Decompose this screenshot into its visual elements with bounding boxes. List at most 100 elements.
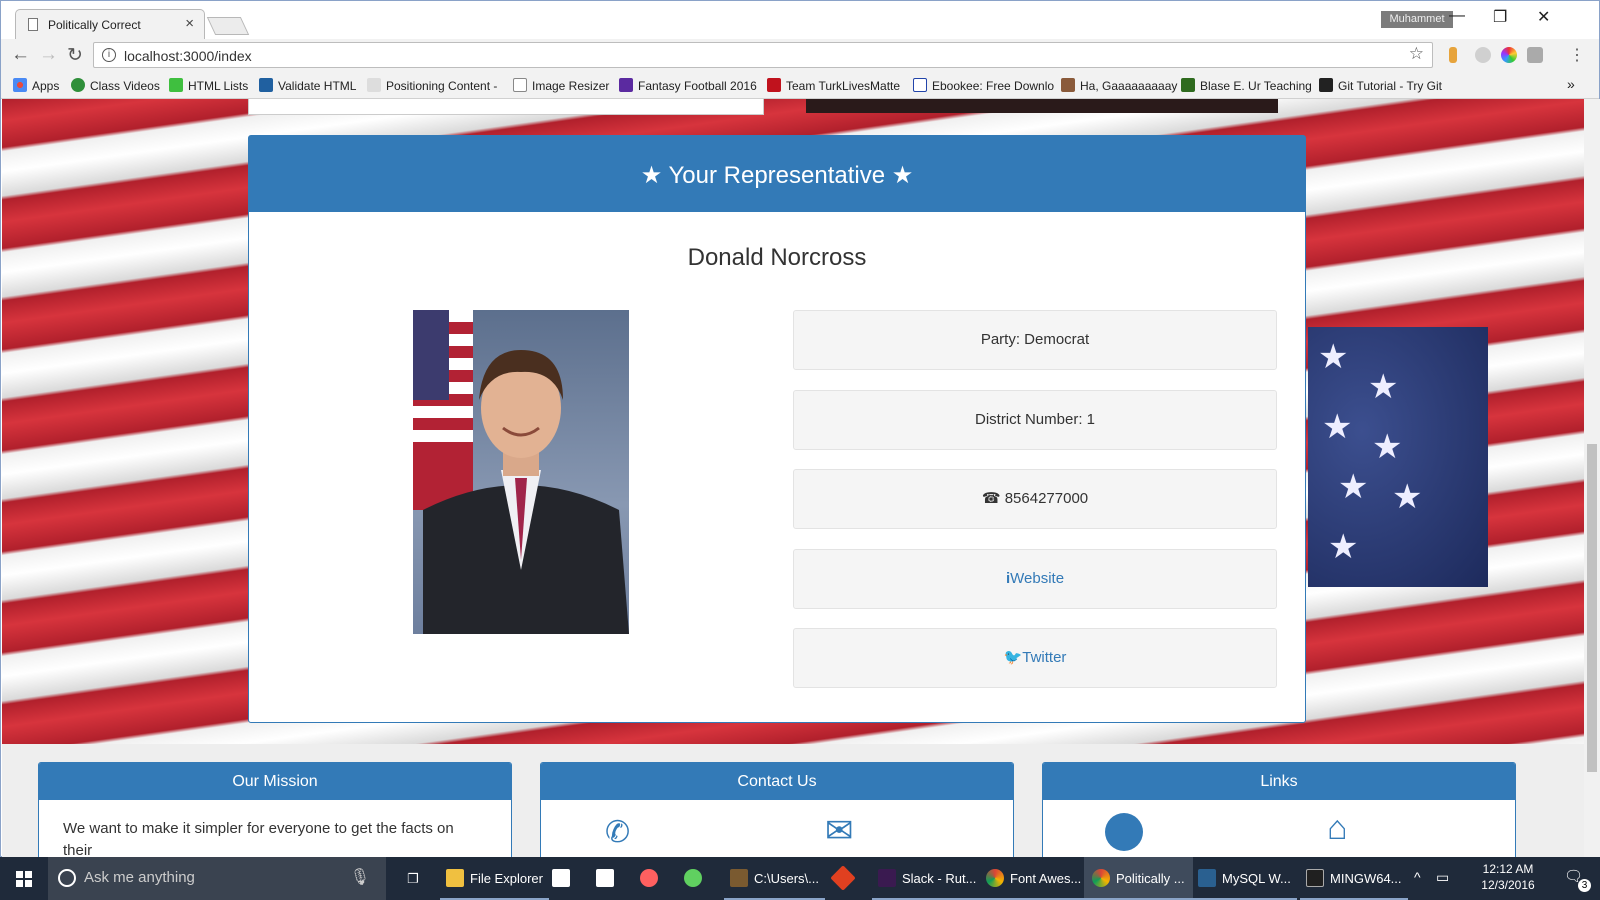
phone-number: 8564277000 [1004,490,1089,507]
sublime-icon [730,869,748,887]
folder-icon [446,869,464,887]
party-box: Party: Democrat [793,310,1277,370]
windows-taskbar: Ask me anything 🎙 ❐ File Explorer C:\Use… [0,857,1600,900]
apps-grid-icon [13,78,27,92]
tab-close-icon[interactable]: × [185,15,194,32]
bookmarks-bar: Apps Class Videos HTML Lists Validate HT… [1,71,1599,99]
w3-icon [259,78,273,92]
representative-photo [413,310,629,634]
minimize-icon[interactable]: — [1449,7,1465,25]
chrome-icon [1092,869,1110,887]
slack-icon [878,869,896,887]
taskbar-git-gui[interactable] [830,857,858,900]
website-link[interactable]: Website [1010,570,1064,587]
clock[interactable]: 12:12 AM 12/3/2016 [1468,862,1548,892]
new-tab-button[interactable] [206,17,250,35]
task-view-icon[interactable]: ❐ [398,857,428,900]
url-text[interactable]: localhost:3000/index [124,48,252,64]
footer-section: Our Mission We want to make it simpler f… [2,744,1584,858]
links-heading: Links [1043,763,1515,800]
taskbar-slack[interactable]: Slack - Rut... [872,857,983,900]
flag-canton: ★ ★ ★ ★ ★ ★ ★ [1308,327,1488,587]
taskbar-chrome-font-awesome[interactable]: Font Awes... [980,857,1088,900]
bookmark-class-videos[interactable]: Class Videos [71,78,160,93]
bookmarks-overflow-button[interactable]: » [1567,76,1575,92]
portrait-illustration [413,310,629,634]
tab-politically-correct[interactable]: Politically Correct × [15,9,205,39]
phone-icon: ☎ [981,490,1001,507]
star-icon: ★ [1322,408,1353,446]
cortana-search[interactable]: Ask me anything 🎙 [48,857,386,900]
mission-heading: Our Mission [39,763,511,800]
back-icon[interactable]: ← [11,44,30,66]
page-content: ★ ★ ★ ★ ★ ★ ★ ★ Your Representative ★ Do… [2,99,1584,858]
profile-button[interactable]: Muhammet [1381,11,1453,28]
taskbar-chrome-politically-correct[interactable]: Politically ... [1084,857,1193,900]
bookmark-apps[interactable]: Apps [13,78,59,93]
forward-icon[interactable]: → [39,44,58,66]
terminal-icon [1306,869,1324,887]
notification-count: 3 [1578,879,1591,892]
menu-icon[interactable]: ⋮ [1569,45,1585,65]
mysql-icon [1198,869,1216,887]
start-button[interactable] [0,857,48,900]
bookmark-validate-html[interactable]: Validate HTML [259,78,356,93]
extension-icon[interactable] [1475,47,1491,63]
star-icon: ★ [1338,468,1369,506]
envelope-icon[interactable]: ✉ [825,811,854,851]
tab-strip: Politically Correct × Muhammet — ❐ ✕ [1,1,1599,39]
code-icon [367,78,381,92]
bookmark-ha-gay[interactable]: Ha, Gaaaaaaaaay [1061,78,1177,93]
taskbar-android[interactable] [684,857,708,900]
representative-name: Donald Norcross [687,244,867,271]
reload-icon[interactable]: ↻ [67,44,83,67]
microphone-icon[interactable]: 🎙 [350,867,370,887]
extension-icon[interactable] [1527,47,1543,63]
clock-date: 12/3/2016 [1481,878,1535,892]
bookmark-positioning-content[interactable]: Positioning Content - [367,78,497,93]
page-icon [28,18,38,31]
contact-panel: Contact Us ✆ ✉ [540,762,1014,858]
site-info-icon[interactable]: i [102,48,116,62]
twitter-icon: 🐦 [1003,649,1023,666]
github-icon[interactable] [1105,813,1143,851]
taskbar-mingw[interactable]: MINGW64... [1300,857,1408,900]
chrome-icon [986,869,1004,887]
home-icon[interactable]: ⌂ [1327,809,1348,848]
battery-icon[interactable]: ▭ [1436,869,1449,886]
taskbar-mysql[interactable]: MySQL W... [1192,857,1297,900]
extension-icon[interactable] [1449,47,1457,63]
bookmark-git-tutorial[interactable]: Git Tutorial - Try Git [1319,78,1442,93]
bookmark-star-icon[interactable]: ☆ [1409,44,1424,64]
previous-image-bottom [806,99,1278,113]
twitter-link-box[interactable]: 🐦Twitter [793,628,1277,688]
twitter-link[interactable]: Twitter [1022,649,1066,666]
phone-icon[interactable]: ✆ [605,815,630,850]
taskbar-amazon[interactable] [596,857,620,900]
taskbar-sublime[interactable]: C:\Users\... [724,857,826,900]
address-bar[interactable]: i localhost:3000/index ☆ [93,42,1433,68]
scrollbar-thumb[interactable] [1587,444,1597,772]
taskbar-store[interactable] [552,857,576,900]
close-window-icon[interactable]: ✕ [1537,7,1550,27]
bookmark-blase[interactable]: Blase E. Ur Teaching [1181,78,1312,93]
avatar-icon [1061,78,1075,92]
bookmark-image-resizer[interactable]: Image Resizer [513,78,609,93]
taskbar-paint[interactable] [640,857,664,900]
git-gui-icon [830,865,856,891]
browser-toolbar: ← → ↻ i localhost:3000/index ☆ ⋮ [1,39,1599,71]
mission-panel: Our Mission We want to make it simpler f… [38,762,512,858]
bookmark-html-lists[interactable]: HTML Lists [169,78,248,93]
links-panel: Links ⌂ [1042,762,1516,858]
bookmark-team-turk[interactable]: Team TurkLivesMatte [767,78,900,93]
taskbar-file-explorer[interactable]: File Explorer [440,857,549,900]
representative-panel: ★ Your Representative ★ Donald Norcross [248,135,1306,723]
color-picker-extension-icon[interactable] [1501,47,1517,63]
tray-chevron-icon[interactable]: ^ [1414,869,1421,885]
blase-icon [1181,78,1195,92]
website-link-box[interactable]: iWebsite [793,549,1277,609]
restore-icon[interactable]: ❐ [1493,7,1507,27]
bookmark-fantasy-football[interactable]: Fantasy Football 2016 [619,78,757,93]
page-scrollbar[interactable] [1584,99,1600,858]
bookmark-ebookee[interactable]: Ebookee: Free Downlo [913,78,1054,93]
